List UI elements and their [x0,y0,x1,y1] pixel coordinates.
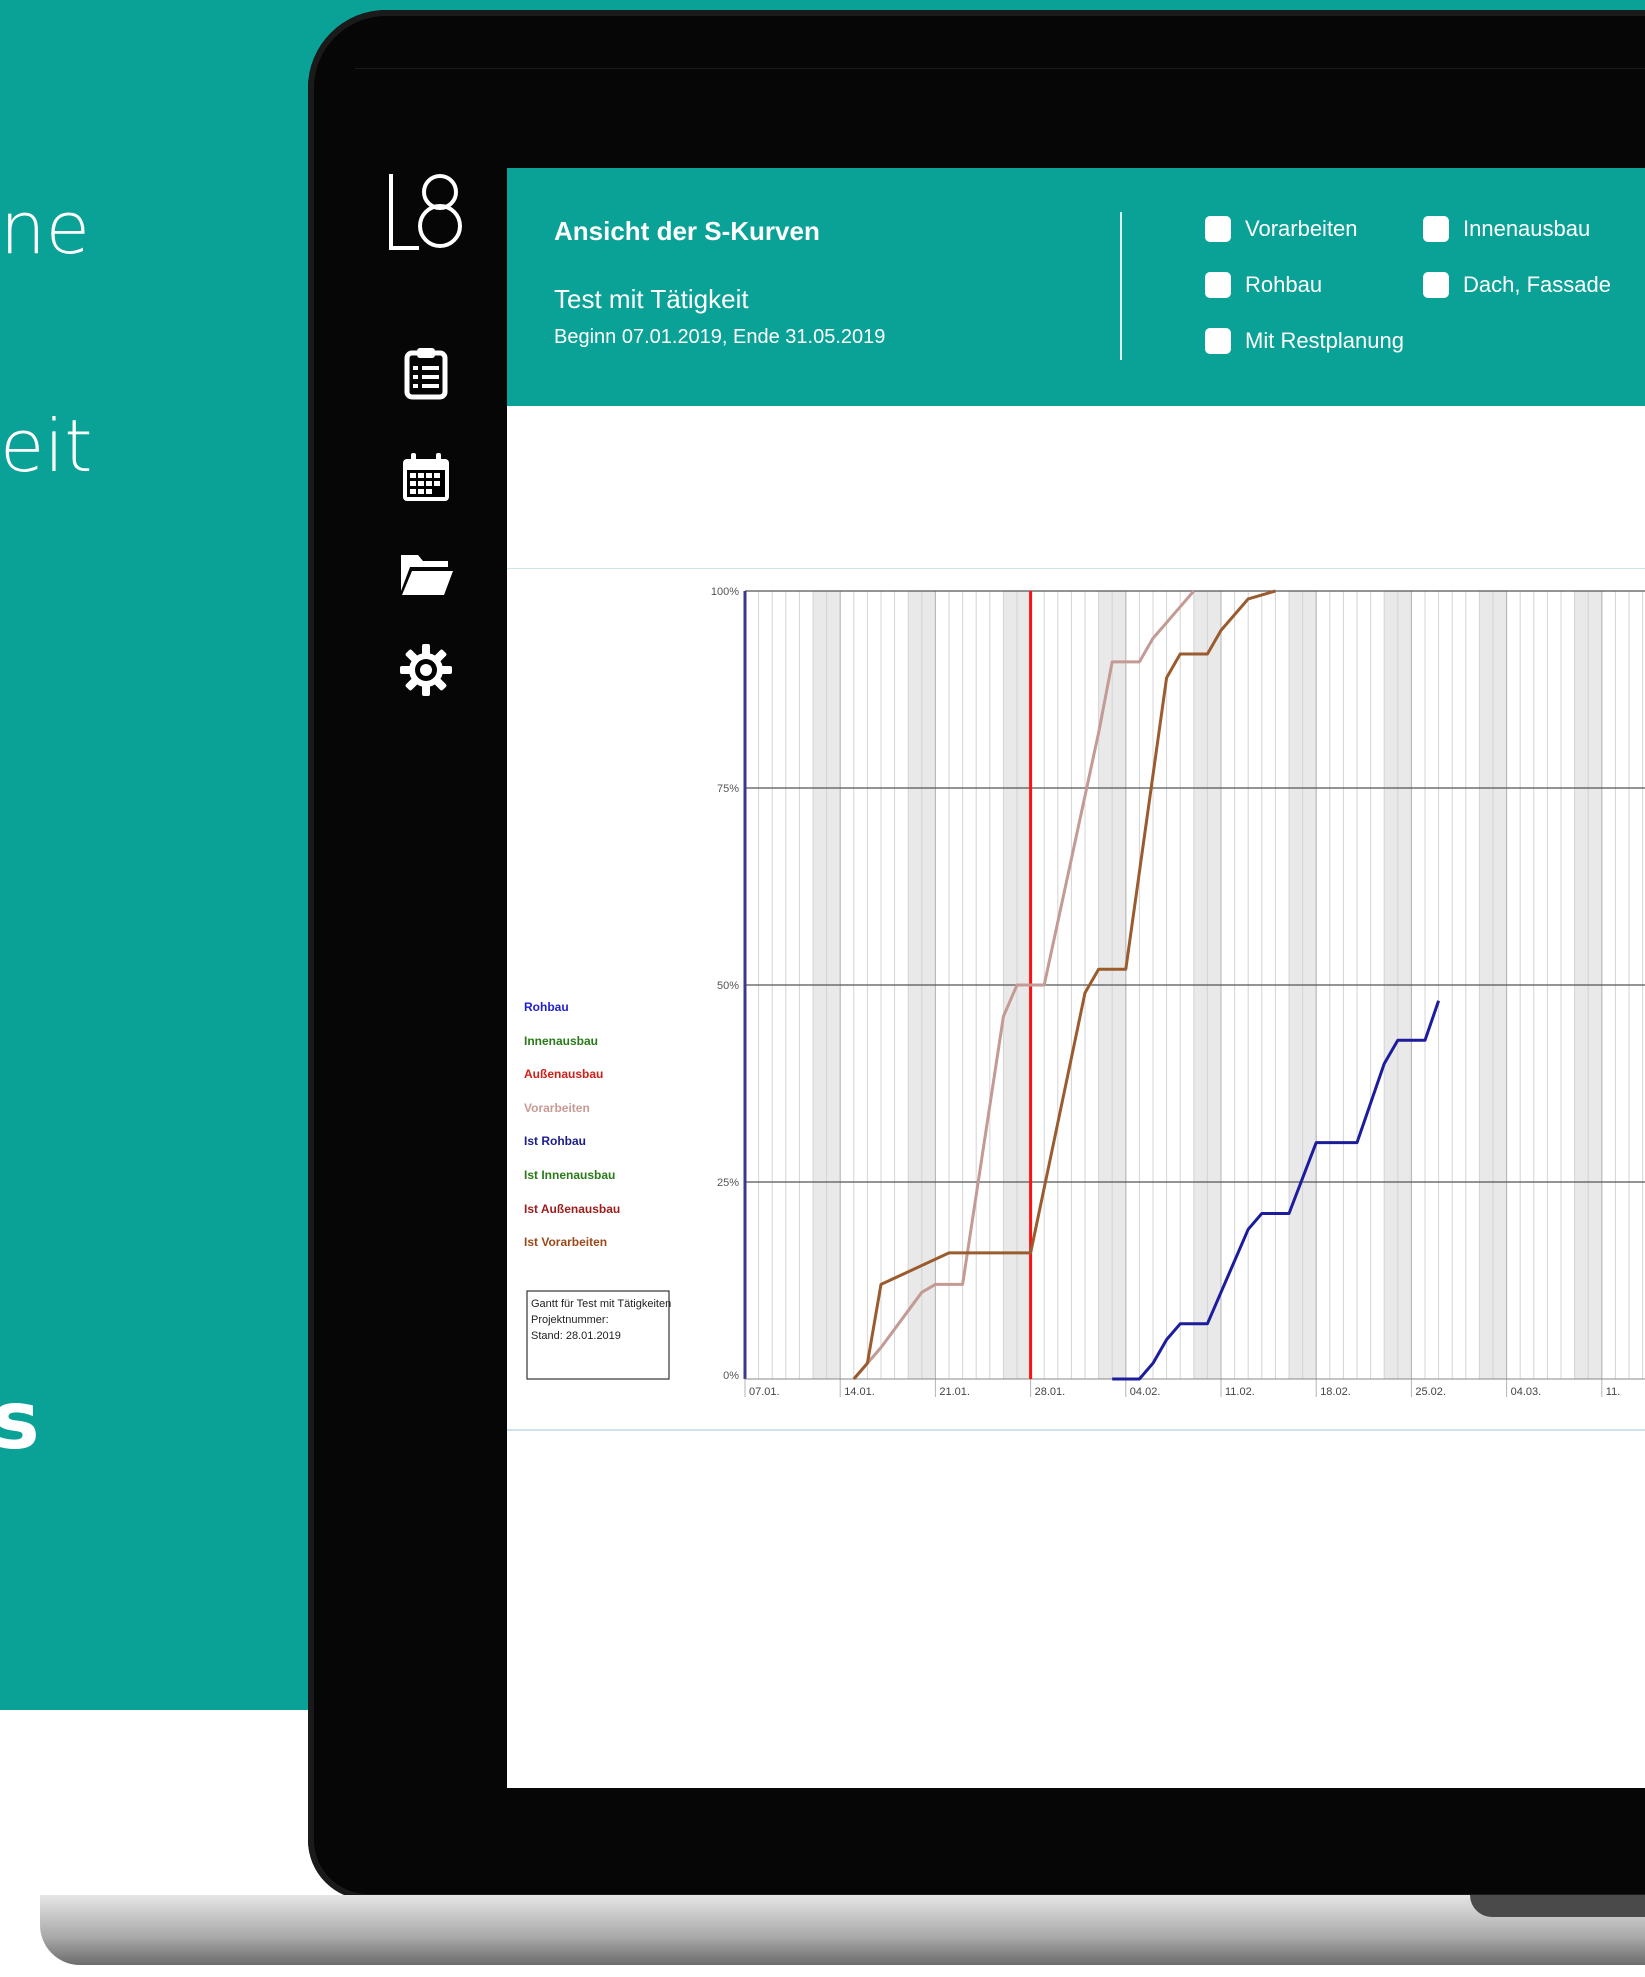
checkbox-rohbau[interactable] [1205,272,1231,298]
filter-label: Innenausbau [1463,216,1591,241]
x-tick-label: 11.02. [1225,1386,1255,1398]
x-tick-label: 11. [1606,1386,1620,1398]
x-tick-label: 28.01. [1035,1386,1066,1398]
filter-innenausbau[interactable]: Innenausbau [1423,216,1590,242]
page-title: Ansicht der S-Kurven [554,216,820,246]
filter-vorarbeiten[interactable]: Vorarbeiten [1205,216,1358,242]
info-box-line: Stand: 28.01.2019 [531,1330,621,1342]
x-tick-label: 21.01. [939,1386,970,1398]
app-logo[interactable] [385,168,471,254]
header-divider [1120,212,1122,360]
x-tick-label: 25.02. [1415,1386,1446,1398]
filter-label: Mit Restplanung [1245,328,1404,353]
bezel-line [355,68,1645,69]
background-text-2: eit [0,404,93,488]
info-box-line: Projektnummer: [531,1314,609,1326]
filter-label: Vorarbeiten [1245,216,1358,241]
checkbox-vorarbeiten[interactable] [1205,216,1231,242]
filter-rohbau[interactable]: Rohbau [1205,272,1322,298]
background-text-3: s [0,1374,40,1467]
laptop-base [40,1895,1645,1965]
filter-label: Dach, Fassade [1463,272,1611,297]
gear-icon[interactable] [398,642,454,698]
checkbox-mit-restplanung[interactable] [1205,328,1231,354]
x-tick-label: 14.01. [844,1386,875,1398]
y-tick-label: 75% [717,783,739,795]
clipboard-list-icon[interactable] [398,345,454,401]
x-tick-label: 07.01. [749,1386,780,1398]
header-panel: Ansicht der S-Kurven Test mit Tätigkeit … [507,168,1645,406]
x-tick-label: 18.02. [1320,1386,1351,1398]
filter-dach-fassade[interactable]: Dach, Fassade [1423,272,1611,298]
project-name: Test mit Tätigkeit [554,284,749,314]
s-curve-chart: Rohbau Innenausbau Außenausbau Vorarbeiten I… [507,568,1645,1431]
filter-mit-restplanung[interactable]: Mit Restplanung [1205,328,1404,354]
filter-label: Rohbau [1245,272,1323,297]
checkbox-dach-fassade[interactable] [1423,272,1449,298]
app-screen: Ansicht der S-Kurven Test mit Tätigkeit … [507,168,1645,1788]
y-tick-label: 100% [711,586,739,598]
laptop-base-notch [1470,1895,1645,1917]
background-strip [0,1710,330,1724]
x-tick-label: 04.02. [1130,1386,1161,1398]
project-dates: Beginn 07.01.2019, Ende 31.05.2019 [554,326,886,348]
folder-icon[interactable] [398,545,454,601]
info-box-line: Gantt für Test mit Tätigkeiten [531,1298,671,1310]
x-tick-label: 04.03. [1511,1386,1542,1398]
checkbox-innenausbau[interactable] [1423,216,1449,242]
y-tick-label: 50% [717,980,739,992]
calendar-icon[interactable] [398,450,454,506]
y-tick-label: 25% [717,1177,739,1189]
chart-canvas: 0% 25% 50% 75% 100% 07.01. 14.01. 21.01. 28.01. 0… [526,586,1645,1398]
y-tick-label: 0% [723,1370,739,1382]
background-text-1: ne [0,186,90,270]
